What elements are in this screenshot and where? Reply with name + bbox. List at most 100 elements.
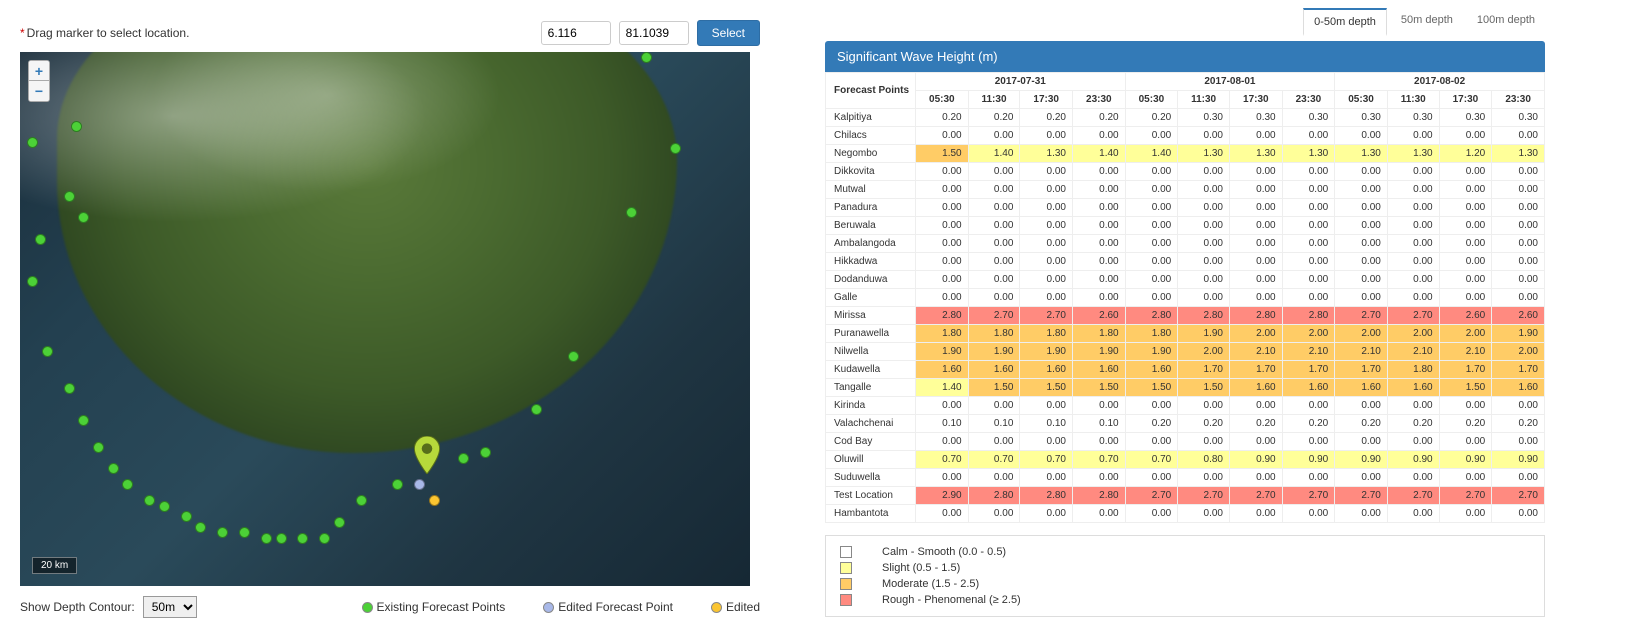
zoom-controls: + − [28,60,50,102]
table-row: Oluwill0.700.700.700.700.700.800.900.900… [826,451,1545,469]
forecast-point-label: Hikkadwa [826,253,916,271]
wave-value-cell: 2.70 [1125,487,1178,505]
wave-value-cell: 0.00 [1439,289,1492,307]
wave-value-cell: 2.10 [1439,343,1492,361]
wave-value-cell: 0.00 [1178,271,1230,289]
forecast-point-marker[interactable] [64,191,75,202]
tab-depth-0-50[interactable]: 0-50m depth [1303,8,1387,36]
forecast-point-marker[interactable] [93,442,104,453]
forecast-point-marker[interactable] [480,447,491,458]
depth-contour-select[interactable]: 50m [143,596,197,618]
zoom-in-button[interactable]: + [29,61,49,81]
lat-input[interactable] [541,21,611,45]
tab-depth-50[interactable]: 50m depth [1391,8,1463,35]
map-panel: Drag marker to select location. Select +… [20,20,760,618]
table-row: Chilacs0.000.000.000.000.000.000.000.000… [826,127,1545,145]
forecast-point-marker[interactable] [568,351,579,362]
wave-value-cell: 0.70 [1020,451,1073,469]
forecast-point-marker[interactable] [159,501,170,512]
wave-value-cell: 2.90 [916,487,969,505]
wave-value-cell: 1.50 [1125,379,1178,397]
depth-tabs: 0-50m depth 50m depth 100m depth [825,8,1545,35]
forecast-point-marker[interactable] [458,453,469,464]
time-header: 11:30 [1387,91,1439,109]
forecast-point-marker[interactable] [531,404,542,415]
wave-value-cell: 1.60 [1282,379,1335,397]
forecast-point-label: Mirissa [826,307,916,325]
forecast-point-marker[interactable] [297,533,308,544]
wave-value-cell: 1.60 [968,361,1020,379]
wave-value-cell: 0.00 [1230,433,1283,451]
wave-value-cell: 0.00 [1020,397,1073,415]
wave-value-cell: 1.80 [1020,325,1073,343]
table-row: Kalpitiya0.200.200.200.200.200.300.300.3… [826,109,1545,127]
wave-value-cell: 0.00 [1020,163,1073,181]
forecast-point-marker[interactable] [42,346,53,357]
forecast-point-label: Panadura [826,199,916,217]
wave-value-cell: 0.00 [1492,163,1545,181]
wave-value-cell: 0.90 [1387,451,1439,469]
map-view[interactable]: + − 20 km [20,52,750,586]
forecast-point-label: Cod Bay [826,433,916,451]
wave-value-cell: 0.00 [1335,433,1388,451]
date-header: 2017-08-02 [1335,73,1545,91]
wave-value-cell: 0.00 [1230,469,1283,487]
forecast-point-marker[interactable] [429,495,440,506]
wave-value-cell: 0.90 [1335,451,1388,469]
table-row: Ambalangoda0.000.000.000.000.000.000.000… [826,235,1545,253]
forecast-point-marker[interactable] [217,527,228,538]
wave-value-cell: 1.40 [916,379,969,397]
wave-value-cell: 0.00 [1230,163,1283,181]
wave-value-cell: 0.00 [1387,181,1439,199]
zoom-out-button[interactable]: − [29,81,49,101]
forecast-point-label: Tangalle [826,379,916,397]
forecast-point-marker[interactable] [261,533,272,544]
forecast-point-label: Oluwill [826,451,916,469]
wave-value-cell: 0.00 [1125,469,1178,487]
time-header: 05:30 [1335,91,1388,109]
wave-value-cell: 1.90 [1492,325,1545,343]
forecast-panel: 0-50m depth 50m depth 100m depth Signifi… [825,8,1545,617]
wave-value-cell: 0.00 [1020,181,1073,199]
time-header: 11:30 [968,91,1020,109]
forecast-point-marker[interactable] [78,415,89,426]
wave-value-cell: 0.00 [1073,469,1126,487]
wave-value-cell: 0.00 [1492,235,1545,253]
forecast-point-marker[interactable] [144,495,155,506]
wave-value-cell: 0.20 [916,109,969,127]
forecast-point-marker[interactable] [641,52,652,63]
wave-value-cell: 0.00 [968,217,1020,235]
forecast-point-marker[interactable] [334,517,345,528]
forecast-point-marker[interactable] [35,234,46,245]
location-pin-icon[interactable] [414,436,440,462]
dot-green-icon [362,602,373,613]
wave-value-cell: 0.00 [1073,127,1126,145]
forecast-point-marker[interactable] [414,479,425,490]
lon-input[interactable] [619,21,689,45]
table-corner: Forecast Points [826,73,916,109]
forecast-point-label: Negombo [826,145,916,163]
wave-value-cell: 0.00 [1492,217,1545,235]
wave-value-cell: 0.00 [1073,199,1126,217]
forecast-point-marker[interactable] [319,533,330,544]
select-button[interactable]: Select [697,20,760,46]
forecast-point-marker[interactable] [27,276,38,287]
tab-depth-100[interactable]: 100m depth [1467,8,1545,35]
forecast-point-marker[interactable] [626,207,637,218]
forecast-point-marker[interactable] [64,383,75,394]
legend-edited-point: Edited Forecast Point [543,600,673,614]
forecast-point-marker[interactable] [356,495,367,506]
forecast-point-marker[interactable] [239,527,250,538]
forecast-point-marker[interactable] [670,143,681,154]
forecast-point-marker[interactable] [108,463,119,474]
forecast-point-marker[interactable] [122,479,133,490]
forecast-point-label: Hambantota [826,505,916,523]
wave-value-cell: 0.00 [1125,163,1178,181]
wave-value-cell: 1.50 [968,379,1020,397]
legend-edited: Edited [711,600,760,614]
forecast-point-marker[interactable] [195,522,206,533]
forecast-point-marker[interactable] [276,533,287,544]
wave-value-cell: 0.00 [1282,163,1335,181]
forecast-point-marker[interactable] [181,511,192,522]
forecast-point-marker[interactable] [392,479,403,490]
